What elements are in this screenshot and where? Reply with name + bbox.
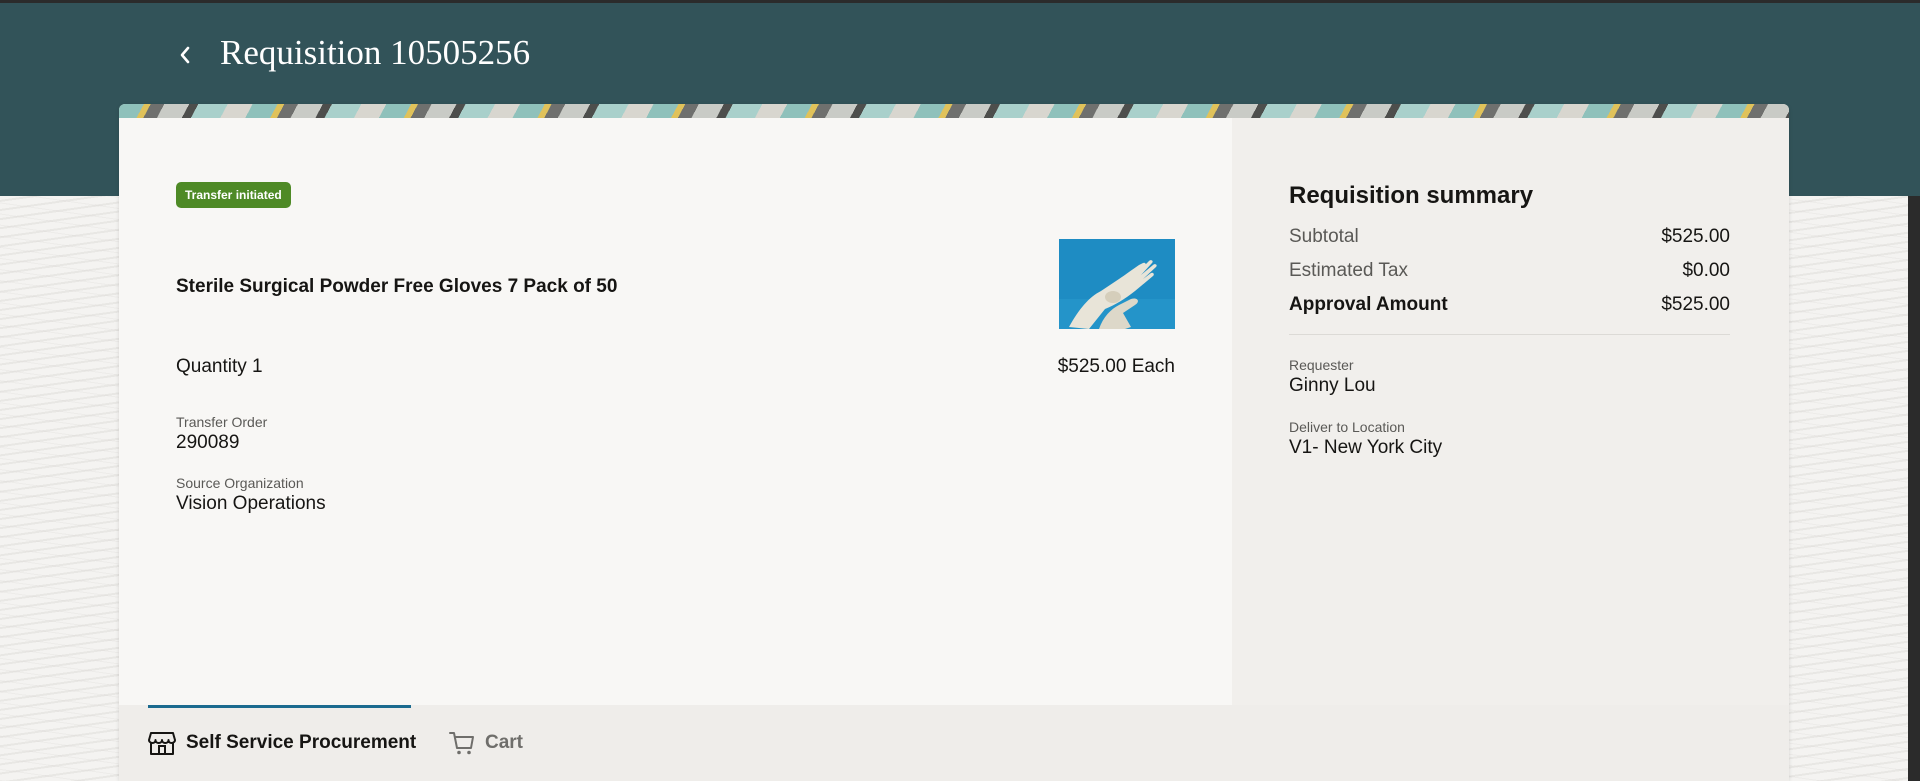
back-button[interactable] (170, 37, 200, 73)
tab-self-service-procurement[interactable]: Self Service Procurement (148, 705, 416, 781)
requester-label: Requester (1289, 357, 1354, 373)
transfer-order-value: 290089 (176, 432, 240, 453)
subtotal-row: Subtotal $525.00 (1289, 226, 1730, 248)
subtotal-label: Subtotal (1289, 226, 1359, 247)
source-organization-label: Source Organization (176, 475, 304, 491)
decorative-banner (119, 104, 1789, 118)
estimated-tax-row: Estimated Tax $0.00 (1289, 260, 1730, 282)
deliver-to-location-label: Deliver to Location (1289, 419, 1405, 435)
tab-label: Cart (485, 732, 524, 753)
requester-value: Ginny Lou (1289, 375, 1376, 396)
transfer-order-label: Transfer Order (176, 414, 268, 430)
subtotal-value: $525.00 (1661, 226, 1730, 247)
summary-title: Requisition summary (1289, 182, 1534, 209)
deliver-to-location-value: V1- New York City (1289, 437, 1443, 458)
tab-cart[interactable]: Cart (449, 705, 523, 781)
approval-amount-label: Approval Amount (1289, 294, 1448, 315)
requisition-card: Transfer initiated Sterile Surgical Powd… (119, 104, 1789, 781)
summary-divider (1289, 334, 1730, 335)
approval-amount-row: Approval Amount $525.00 (1289, 294, 1730, 316)
cart-icon (449, 732, 474, 755)
line-item-pane: Transfer initiated Sterile Surgical Powd… (119, 118, 1232, 705)
source-organization-value: Vision Operations (176, 493, 326, 514)
product-image[interactable] (1059, 239, 1175, 329)
unit-price: $525.00 Each (1057, 356, 1175, 377)
item-name[interactable]: Sterile Surgical Powder Free Gloves 7 Pa… (176, 276, 617, 298)
page-title: Requisition 10505256 (220, 33, 531, 72)
approval-amount-value: $525.00 (1661, 294, 1730, 315)
estimated-tax-label: Estimated Tax (1289, 260, 1408, 281)
tab-label: Self Service Procurement (186, 732, 417, 753)
gloves-image (1059, 239, 1175, 329)
bottom-navigation: Self Service Procurement Cart (119, 705, 1789, 781)
status-badge: Transfer initiated (176, 182, 291, 208)
requisition-summary-pane: Requisition summary Subtotal $525.00 Est… (1232, 118, 1789, 705)
estimated-tax-value: $0.00 (1682, 260, 1730, 281)
scrollbar[interactable] (1908, 196, 1920, 781)
chevron-left-icon (180, 46, 190, 64)
quantity: Quantity 1 (176, 356, 263, 377)
store-icon (148, 732, 176, 755)
